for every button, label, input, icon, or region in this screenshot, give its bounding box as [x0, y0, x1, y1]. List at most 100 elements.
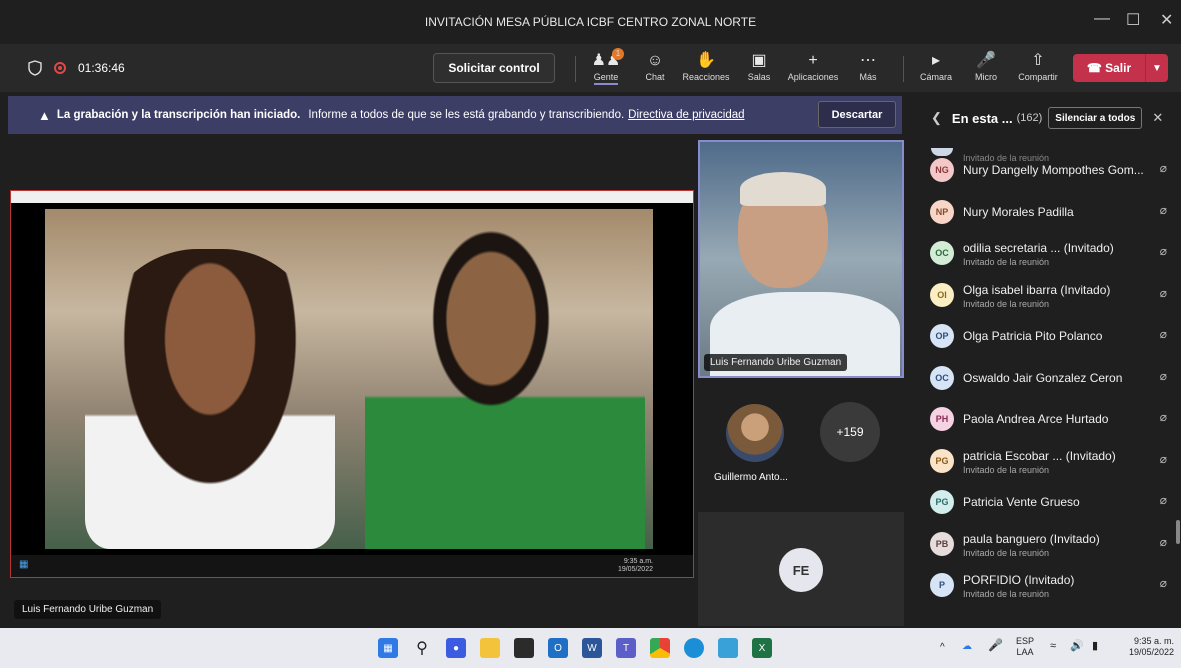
chevron-up-icon[interactable]: ^ — [940, 642, 945, 653]
participant-name: Nury Morales Padilla — [963, 204, 1074, 219]
participant-tile[interactable]: FE — [698, 512, 904, 626]
participant-name: PORFIDIO (Invitado) — [963, 573, 1075, 587]
tool-people[interactable]: ♟♟ 1 Gente — [580, 48, 632, 85]
maximize-button[interactable]: ☐ — [1126, 10, 1140, 30]
shield-icon — [28, 60, 42, 76]
camera-off-icon: ▸ — [931, 52, 941, 69]
participant-row[interactable]: NP Nury Morales Padilla ⌀ — [909, 192, 1181, 232]
leave-label: Salir — [1105, 61, 1132, 75]
mic-off-icon: ⌀ — [1159, 161, 1167, 175]
participant-row[interactable]: PB paula banguero (Invitado) Invitado de l… — [909, 524, 1181, 564]
photos-icon[interactable] — [718, 638, 738, 658]
participant-name: patricia Escobar ... (Invitado) — [963, 448, 1116, 463]
privacy-link[interactable]: Directiva de privacidad — [628, 109, 744, 121]
guest-name: Guillermo Anto... — [714, 472, 788, 483]
mic-off-icon: ⌀ — [1159, 368, 1167, 383]
battery-icon[interactable]: ▮ — [1092, 641, 1098, 652]
participant-row[interactable]: PG Patricia Vente Grueso ⌀ — [909, 482, 1181, 522]
rooms-icon: ▣ — [751, 52, 767, 69]
tool-label: Reacciones — [682, 72, 730, 82]
avatar: PG — [930, 448, 954, 473]
meeting-timer: 01:36:46 — [78, 61, 125, 75]
word-icon[interactable]: W — [582, 638, 602, 658]
edge-icon[interactable] — [684, 638, 704, 658]
meeting-toolbar: 01:36:46 Solicitar control ♟♟ 1 Gente ☺ … — [0, 44, 1181, 92]
avatar: P — [930, 573, 954, 597]
guest-avatar[interactable] — [726, 404, 784, 462]
participant-row[interactable]: PG patricia Escobar ... (Invitado) Invitad… — [909, 441, 1181, 481]
minimize-button[interactable]: — — [1094, 10, 1110, 28]
tool-reactions[interactable]: ✋ Reacciones — [680, 50, 732, 82]
volume-icon[interactable]: 🔊 — [1070, 641, 1084, 652]
avatar: OC — [930, 365, 954, 390]
scrollbar[interactable] — [1176, 520, 1180, 544]
teams-icon[interactable]: T — [616, 638, 636, 658]
tool-chat[interactable]: ☺ Chat — [629, 50, 681, 82]
mic-off-icon: ⌀ — [1159, 202, 1167, 217]
leave-button[interactable]: ☎ Salir ▼ — [1073, 54, 1168, 82]
more-participants-button[interactable]: +159 — [820, 402, 880, 462]
chat-icon: ☺ — [646, 52, 664, 69]
participant-row[interactable]: OC Oswaldo Jair Gonzalez Ceron ⌀ — [909, 358, 1181, 398]
windows-icon[interactable]: ▦ — [378, 638, 398, 658]
tool-rooms[interactable]: ▣ Salas — [733, 50, 785, 82]
taskbar-date: 19/05/2022 — [1128, 647, 1174, 657]
video-call-icon[interactable]: ● — [446, 638, 466, 658]
participant-role: Invitado de la reunión — [963, 589, 1050, 599]
taskbar-clock[interactable]: 9:35 a. m. 19/05/2022 — [1118, 636, 1174, 658]
tool-more[interactable]: ⋯ Más — [842, 50, 894, 82]
participant-row[interactable]: NG Nury Dangelly Mompothes Gom... ⌀ — [909, 150, 1181, 190]
tool-mic[interactable]: 🎤 Micro — [960, 50, 1012, 82]
language-indicator[interactable]: ESP LAA — [1016, 636, 1034, 658]
mic-off-icon[interactable]: 🎤 — [988, 639, 1003, 651]
chrome-icon[interactable] — [650, 638, 670, 658]
participant-name: Olga Patricia Pito Polanco — [963, 329, 1103, 343]
participant-row[interactable]: P PORFIDIO (Invitado) Invitado de la reuni… — [909, 565, 1181, 605]
windows-icon: ▦ — [19, 559, 29, 570]
tool-label: Chat — [645, 72, 665, 82]
avatar: PG — [930, 490, 954, 514]
onedrive-icon[interactable]: ☁ — [962, 641, 972, 652]
participant-role: Invitado de la reunión — [963, 257, 1050, 267]
mute-all-button[interactable]: Silenciar a todos — [1048, 107, 1143, 129]
participant-row[interactable]: OC odilia secretaria ... (Invitado) Invita… — [909, 233, 1181, 273]
video-person — [740, 172, 826, 206]
more-icon: ⋯ — [860, 52, 876, 69]
participant-row[interactable]: OI Olga isabel ibarra (Invitado) Invitado … — [909, 275, 1181, 315]
window-title: INVITACIÓN MESA PÚBLICA ICBF CENTRO ZONA… — [424, 15, 757, 29]
excel-icon[interactable]: X — [752, 638, 772, 658]
outlook-icon[interactable]: O — [548, 638, 568, 658]
lang-bottom: LAA — [1016, 647, 1034, 657]
participant-row[interactable]: PH Paola Andrea Arce Hurtado ⌀ — [909, 399, 1181, 439]
plus-icon: + — [808, 52, 818, 69]
mic-off-icon: ⌀ — [1159, 327, 1167, 341]
taskbar-time: 9:35 a. m. — [1133, 636, 1174, 646]
video-person — [85, 249, 335, 549]
wifi-icon[interactable]: ≈ — [1050, 641, 1056, 652]
tool-apps[interactable]: + Aplicaciones — [787, 50, 839, 82]
participant-video-tile[interactable]: Luis Fernando Uribe Guzman — [698, 140, 904, 378]
tool-label: Micro — [975, 72, 997, 82]
chevron-left-icon[interactable]: ❮ — [931, 110, 942, 126]
close-button[interactable]: ✕ — [1160, 10, 1173, 30]
avatar: PH — [930, 407, 954, 431]
folder-icon[interactable] — [480, 638, 500, 658]
shared-clock: 9:35 a.m. 19/05/2022 — [618, 558, 653, 574]
tool-camera[interactable]: ▸ Cámara — [910, 50, 962, 82]
sticky-notes-icon[interactable] — [514, 638, 534, 658]
close-icon[interactable]: ✕ — [1152, 110, 1163, 126]
avatar: OC — [930, 241, 954, 265]
tool-label: Compartir — [1018, 72, 1058, 82]
presenter-label: Luis Fernando Uribe Guzman — [14, 600, 162, 619]
warning-icon: ▲ — [38, 107, 51, 123]
mic-off-icon: ⌀ — [1159, 285, 1167, 300]
participant-row[interactable]: OP Olga Patricia Pito Polanco ⌀ — [909, 316, 1181, 356]
participant-name: Patricia Vente Grueso — [963, 495, 1080, 509]
chevron-down-icon[interactable]: ▼ — [1145, 54, 1168, 82]
dismiss-button[interactable]: Descartar — [818, 101, 896, 128]
shared-time: 9:35 a.m. — [623, 558, 653, 565]
windows-taskbar: ▦ ⚲ ● O W T X ^ ☁ 🎤 ESP LAA ≈ 🔊 ▮ 9:35 a… — [0, 628, 1181, 668]
search-icon[interactable]: ⚲ — [412, 638, 432, 658]
tool-share[interactable]: ⇧ Compartir — [1012, 50, 1064, 82]
request-control-button[interactable]: Solicitar control — [433, 53, 555, 83]
